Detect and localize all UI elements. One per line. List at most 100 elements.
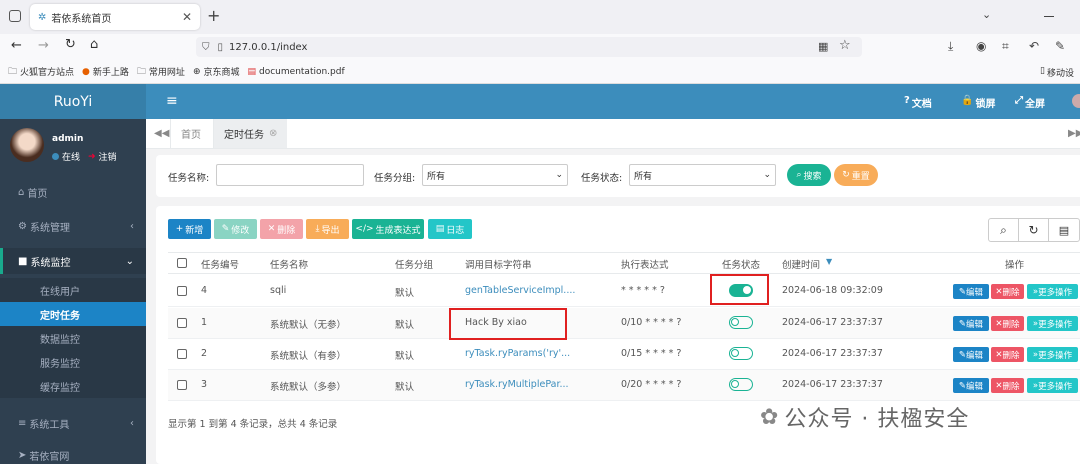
- menu-toggle-icon[interactable]: ≡: [166, 93, 178, 109]
- bookmark-getting-started[interactable]: ● 新手上路: [82, 65, 129, 79]
- sidebar-item-scheduled-tasks[interactable]: 定时任务: [0, 302, 146, 326]
- search-button[interactable]: ⌕ 搜索: [787, 164, 831, 186]
- crop-icon[interactable]: ⌗: [1002, 39, 1009, 54]
- tab-home[interactable]: 首页: [170, 119, 211, 148]
- delete-button[interactable]: ✕ 删除: [260, 219, 303, 239]
- send-icon: ➤: [18, 449, 27, 461]
- row-more-button[interactable]: » 更多操作: [1027, 378, 1078, 393]
- tabs-left-icon[interactable]: ◀◀: [154, 128, 169, 139]
- bookmark-mobile[interactable]: ▯ 移动设: [1040, 66, 1074, 79]
- cell-invoke-target[interactable]: genTableServiceImpl....: [465, 285, 575, 296]
- col-task-id[interactable]: 任务编号: [201, 257, 239, 271]
- cell-invoke-target[interactable]: ryTask.ryMultiplePar...: [465, 379, 569, 390]
- cell-task-id: 1: [201, 317, 208, 328]
- row-checkbox[interactable]: [177, 318, 187, 328]
- bookmark-pdf[interactable]: ▤ documentation.pdf: [248, 67, 345, 77]
- task-name-input[interactable]: [216, 164, 364, 186]
- task-group-select[interactable]: 所有 ⌄: [422, 164, 568, 186]
- cell-task-name: 系统默认（多参）: [270, 382, 347, 393]
- col-status[interactable]: 任务状态: [722, 257, 760, 271]
- app-logo[interactable]: RuoYi: [0, 84, 146, 119]
- reset-button[interactable]: ↻ 重置: [834, 164, 878, 186]
- sidebar-item-tools[interactable]: ≡ 系统工具 ‹: [0, 412, 146, 434]
- close-icon[interactable]: ⊗: [269, 128, 277, 139]
- add-button[interactable]: + 新增: [168, 219, 211, 239]
- row-delete-button[interactable]: ✕ 删除: [991, 316, 1024, 331]
- edit-button[interactable]: ✎ 修改: [214, 219, 257, 239]
- status-toggle[interactable]: [729, 316, 753, 329]
- row-edit-button[interactable]: ✎ 编辑: [953, 316, 989, 331]
- task-status-select[interactable]: 所有 ⌄: [629, 164, 776, 186]
- header-avatar[interactable]: [1072, 94, 1080, 108]
- col-task-name[interactable]: 任务名称: [270, 257, 308, 271]
- firefox-icon: ●: [82, 66, 90, 77]
- refresh-icon[interactable]: ↻: [1019, 219, 1049, 241]
- row-edit-button[interactable]: ✎ 编辑: [953, 284, 989, 299]
- logout-link[interactable]: ➜ 注销: [88, 150, 117, 164]
- star-icon[interactable]: ☆: [839, 38, 851, 53]
- account-icon[interactable]: ◉: [976, 39, 986, 53]
- cell-task-id: 3: [201, 379, 208, 390]
- reload-icon[interactable]: ↻: [65, 37, 76, 52]
- sidebar-item-home[interactable]: ⌂ 首页: [0, 181, 146, 203]
- tab-scheduled-tasks[interactable]: 定时任务 ⊗: [213, 119, 288, 148]
- sidebar-item-cache-monitor[interactable]: 缓存监控: [0, 374, 146, 398]
- row-delete-button[interactable]: ✕ 删除: [991, 284, 1024, 299]
- bookmark-jd[interactable]: ⊕ 京东商城: [193, 65, 240, 79]
- select-all-checkbox[interactable]: [177, 258, 187, 268]
- sidebar-item-server-monitor[interactable]: 服务监控: [0, 350, 146, 374]
- row-more-button[interactable]: » 更多操作: [1027, 316, 1078, 331]
- sidebar-item-monitor[interactable]: ■ 系统监控 ⌄: [0, 248, 146, 274]
- address-bar[interactable]: ⛉ ▯ 127.0.0.1/index: [196, 37, 862, 57]
- new-tab-icon[interactable]: +: [207, 6, 220, 25]
- row-more-button[interactable]: » 更多操作: [1027, 347, 1078, 362]
- minimize-icon[interactable]: [1044, 16, 1054, 17]
- docs-link[interactable]: ? 文档: [904, 95, 932, 110]
- chevron-down-icon: ⌄: [125, 255, 134, 267]
- row-checkbox[interactable]: [177, 349, 187, 359]
- search-icon[interactable]: ⌕: [989, 219, 1019, 241]
- row-more-button[interactable]: » 更多操作: [1027, 284, 1078, 299]
- lock-link[interactable]: 🔒 锁屏: [961, 95, 995, 110]
- col-task-group[interactable]: 任务分组: [395, 257, 433, 271]
- row-edit-button[interactable]: ✎ 编辑: [953, 378, 989, 393]
- sidebar-item-system-admin[interactable]: ⚙ 系统管理 ‹: [0, 215, 146, 237]
- generate-cron-button[interactable]: </> 生成表达式: [352, 219, 424, 239]
- forward-icon[interactable]: →: [38, 38, 49, 53]
- log-button[interactable]: ▤ 日志: [428, 219, 472, 239]
- user-name: admin: [52, 134, 84, 144]
- close-icon[interactable]: ✕: [182, 10, 192, 24]
- col-created[interactable]: 创建时间 ▼: [782, 257, 832, 271]
- home-icon[interactable]: ⌂: [90, 37, 98, 52]
- sidebar-item-data-monitor[interactable]: 数据监控: [0, 326, 146, 350]
- tabs-right-icon[interactable]: ▶▶: [1068, 128, 1080, 139]
- row-delete-button[interactable]: ✕ 删除: [991, 378, 1024, 393]
- columns-icon[interactable]: ▤: [1049, 219, 1079, 241]
- bookmark-firefox[interactable]: 🗀 火狐官方站点: [8, 64, 74, 80]
- sidebar-item-official[interactable]: ➤ 若依官网: [0, 446, 146, 464]
- page-icon: ▯: [217, 41, 224, 53]
- status-toggle[interactable]: [729, 378, 753, 391]
- row-delete-button[interactable]: ✕ 删除: [991, 347, 1024, 362]
- status-toggle[interactable]: [729, 347, 753, 360]
- bookmark-common[interactable]: 🗀 常用网址: [137, 64, 185, 80]
- qr-icon[interactable]: ▦: [818, 40, 828, 53]
- download-icon[interactable]: ⤓: [948, 39, 953, 54]
- row-checkbox[interactable]: [177, 380, 187, 390]
- chevron-down-icon: ⌄: [555, 170, 563, 180]
- browser-tab[interactable]: ✲ 若依系统首页 ✕: [30, 4, 200, 30]
- back-icon[interactable]: ←: [11, 38, 22, 53]
- sidebar-item-online-users[interactable]: 在线用户: [0, 278, 146, 302]
- extensions-icon[interactable]: ✎: [1055, 39, 1065, 53]
- fullscreen-link[interactable]: ⤢ 全屏: [1015, 95, 1045, 110]
- page-tabs: ◀◀ 首页 定时任务 ⊗ ▶▶: [146, 119, 1080, 149]
- row-edit-button[interactable]: ✎ 编辑: [953, 347, 989, 362]
- chevron-down-icon[interactable]: ⌄: [982, 8, 991, 21]
- undo-icon[interactable]: ↶: [1029, 39, 1039, 53]
- cell-invoke-target[interactable]: ryTask.ryParams('ry'...: [465, 348, 570, 359]
- col-invoke-target[interactable]: 调用目标字符串: [465, 257, 532, 271]
- row-checkbox[interactable]: [177, 286, 187, 296]
- export-button[interactable]: ⤓ 导出: [306, 219, 349, 239]
- col-cron[interactable]: 执行表达式: [621, 257, 669, 271]
- tab-list-icon[interactable]: [9, 10, 21, 22]
